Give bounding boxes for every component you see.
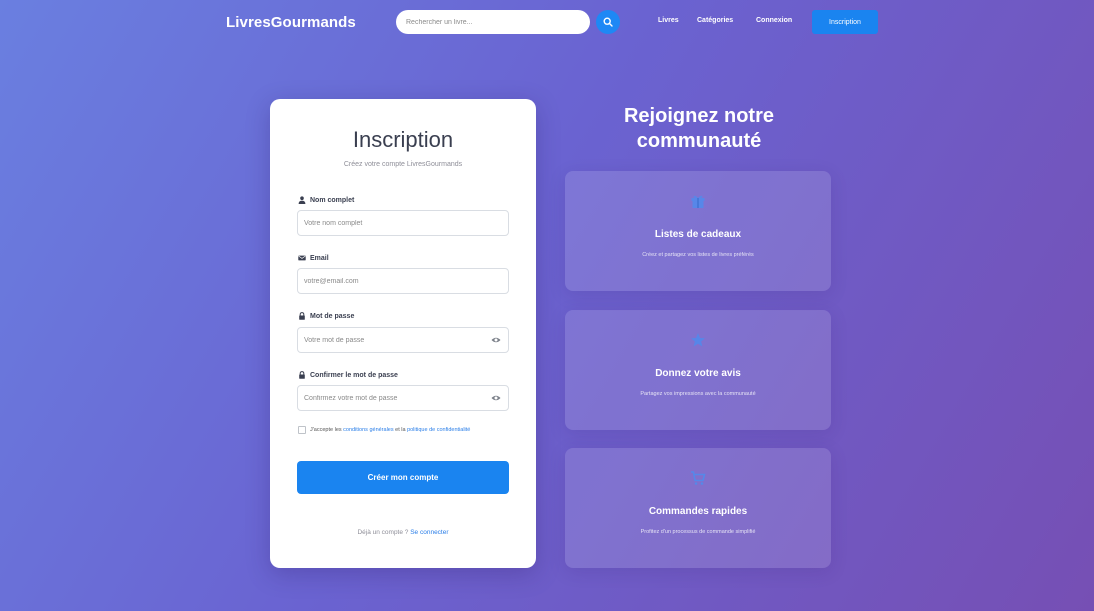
feature-card-quick-orders: Commandes rapides Profitez d'un processu… xyxy=(565,448,831,568)
search-icon xyxy=(603,17,613,27)
name-label: Nom complet xyxy=(298,196,354,204)
navbar: LivresGourmands Livres Catégories Connex… xyxy=(0,0,1094,46)
search-button[interactable] xyxy=(596,10,620,34)
nav-link-livres[interactable]: Livres xyxy=(658,17,679,24)
eye-icon[interactable] xyxy=(491,335,501,345)
terms-text: J'accepte les conditions générales et la… xyxy=(310,427,471,433)
community-title: Rejoignez notre communauté xyxy=(623,105,774,152)
envelope-icon xyxy=(298,255,306,261)
star-icon xyxy=(691,333,705,347)
user-icon xyxy=(298,196,306,204)
email-field[interactable] xyxy=(297,268,509,294)
nav-signup-button[interactable]: Inscription xyxy=(812,10,878,34)
email-label: Email xyxy=(298,254,329,262)
brand-logo[interactable]: LivresGourmands xyxy=(226,14,356,31)
nav-link-connexion[interactable]: Connexion xyxy=(756,17,792,24)
form-title: Inscription xyxy=(352,127,454,152)
confirm-password-label: Confirmer le mot de passe xyxy=(298,371,398,379)
terms-link[interactable]: conditions générales xyxy=(343,427,393,433)
create-account-button[interactable]: Créer mon compte xyxy=(297,461,509,494)
signup-card: Inscription Créez votre compte LivresGou… xyxy=(270,99,536,568)
feature-card-reviews: Donnez votre avis Partagez vos impressio… xyxy=(565,310,831,430)
eye-icon[interactable] xyxy=(491,393,501,403)
search-input[interactable] xyxy=(396,10,590,34)
login-link[interactable]: Se connecter xyxy=(410,529,448,536)
gift-icon xyxy=(691,195,705,208)
feature-card-gift-lists: Listes de cadeaux Créez et partagez vos … xyxy=(565,171,831,291)
confirm-password-field[interactable] xyxy=(297,385,509,411)
login-prompt: Déjà un compte ? Se connecter xyxy=(357,529,449,536)
password-label: Mot de passe xyxy=(298,312,354,320)
cart-icon xyxy=(691,471,706,485)
lock-icon xyxy=(299,371,305,379)
name-field[interactable] xyxy=(297,210,509,236)
nav-link-categories[interactable]: Catégories xyxy=(697,17,733,24)
terms-checkbox[interactable] xyxy=(298,426,306,434)
privacy-link[interactable]: politique de confidentialité xyxy=(407,427,470,433)
lock-icon xyxy=(299,312,305,320)
form-subtitle: Créez votre compte LivresGourmands xyxy=(343,161,463,168)
password-field[interactable] xyxy=(297,327,509,353)
